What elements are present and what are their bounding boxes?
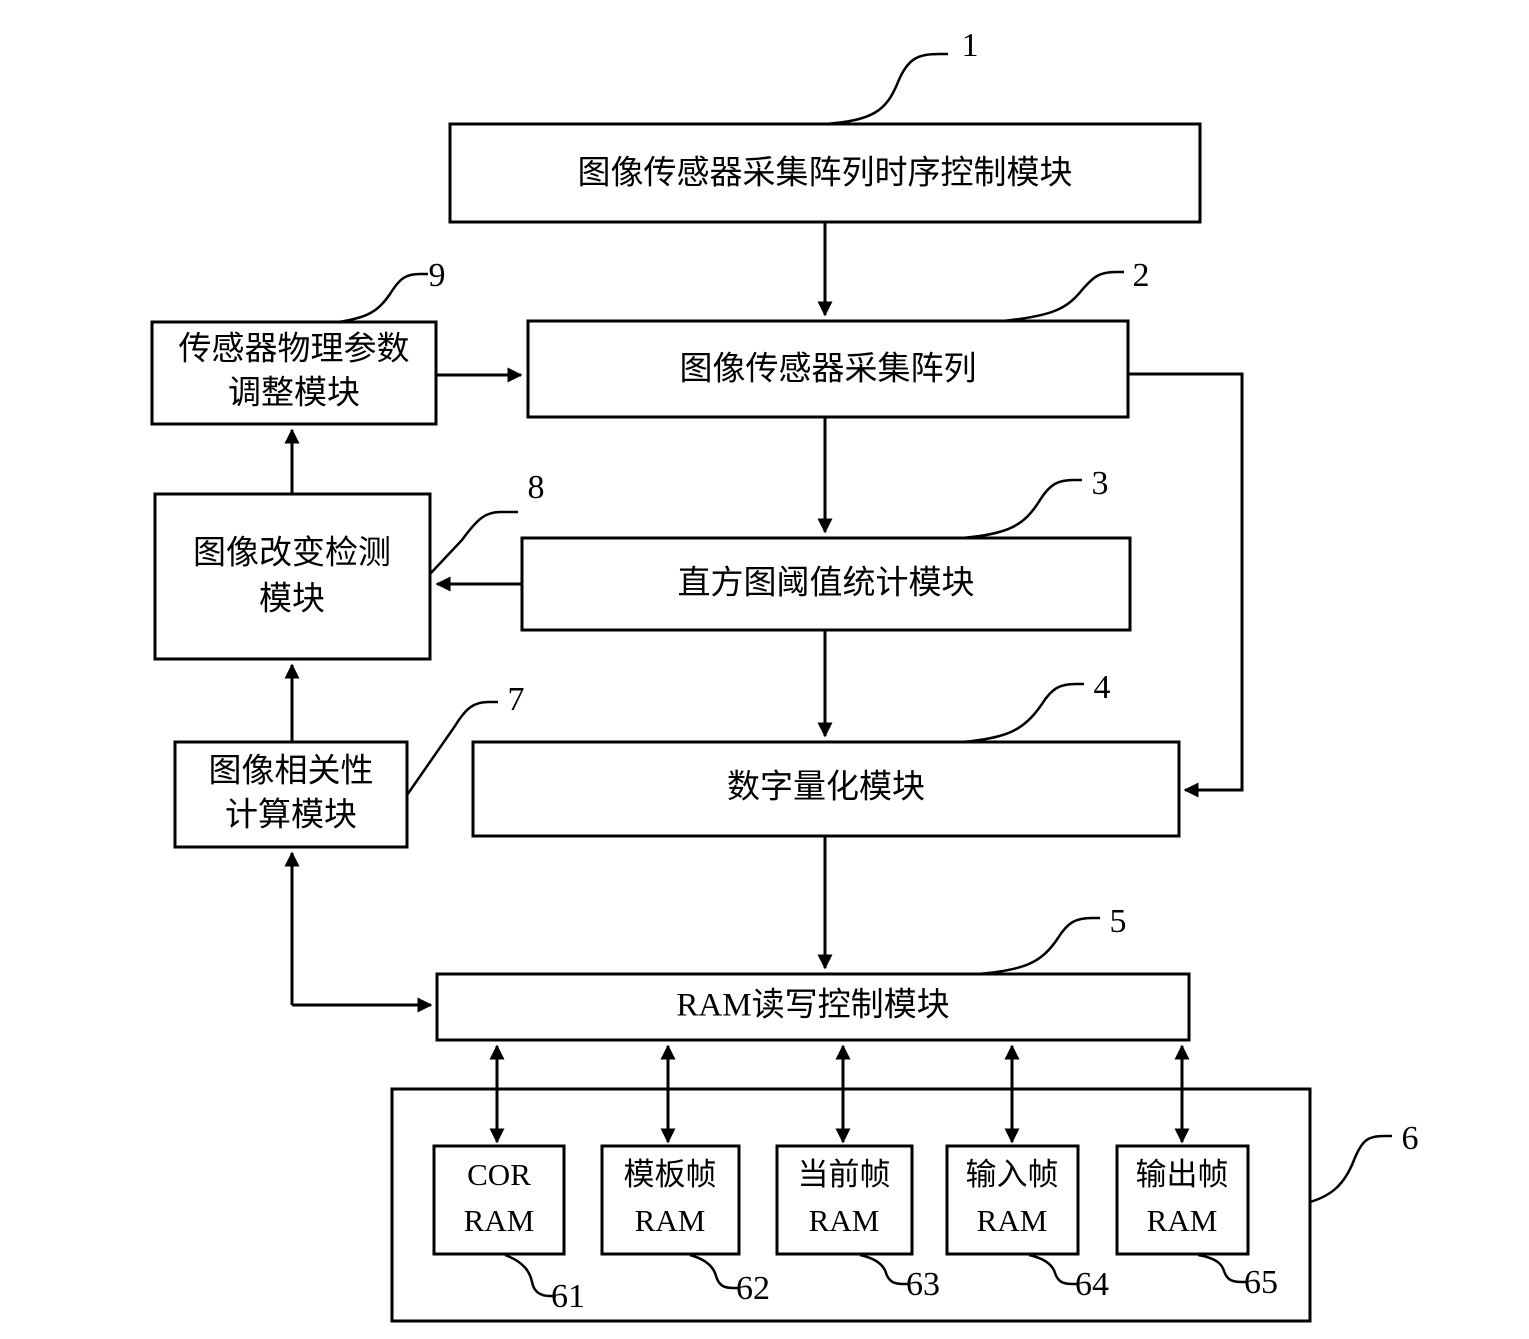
ref-number-1: 1: [962, 27, 979, 64]
connector-array-to-quantization-right: [1128, 372, 1244, 798]
ref-number-5: 5: [1110, 903, 1127, 940]
block-9-label-line2: 调整模块: [228, 375, 360, 412]
ref-number-6: 6: [1402, 1120, 1419, 1157]
ref-number-7: 7: [508, 681, 525, 718]
leader-63: [859, 1253, 910, 1286]
block-8-label-line2: 模块: [259, 581, 325, 618]
ref-number-65: 65: [1244, 1264, 1278, 1301]
ref-number-2: 2: [1133, 257, 1150, 294]
ref-number-64: 64: [1075, 1266, 1109, 1303]
leader-9: [337, 272, 428, 324]
diagram-canvas: 图像传感器采集阵列时序控制模块 图像传感器采集阵列 直方图阈值统计模块 数字量化…: [150, 27, 1419, 1323]
ref-number-61: 61: [551, 1278, 585, 1315]
block-9-label-line1: 传感器物理参数: [179, 331, 410, 368]
block-image-correlation-calc-module[interactable]: 图像相关性 计算模块: [173, 740, 409, 849]
block-7-label-line1: 图像相关性: [209, 753, 374, 790]
ram-65-label-line1: 输出帧: [1136, 1157, 1229, 1192]
ref-number-3: 3: [1092, 465, 1109, 502]
ram-65-label-line2: RAM: [1147, 1203, 1218, 1238]
ram-block-current-frame[interactable]: 当前帧 RAM: [775, 1144, 914, 1256]
block-1-label: 图像传感器采集阵列时序控制模块: [578, 155, 1073, 192]
ram-63-label-line1: 当前帧: [798, 1157, 891, 1192]
leader-61: [504, 1253, 556, 1298]
block-8-label-line1: 图像改变检测: [193, 535, 391, 572]
block-image-change-detection-module[interactable]: 图像改变检测 模块: [153, 492, 432, 661]
ram-block-template-frame[interactable]: 模板帧 RAM: [600, 1144, 741, 1256]
leader-8: [429, 510, 518, 575]
leader-6: [1309, 1134, 1392, 1204]
ram-64-label-line1: 输入帧: [966, 1157, 1059, 1192]
ref-number-63: 63: [906, 1266, 940, 1303]
ram-62-label-line1: 模板帧: [624, 1157, 717, 1192]
block-sensor-physical-param-adjust-module[interactable]: 传感器物理参数 调整模块: [150, 320, 438, 426]
leader-65: [1197, 1253, 1248, 1284]
block-3-label: 直方图阈值统计模块: [678, 565, 975, 602]
ram-64-label-line2: RAM: [977, 1203, 1048, 1238]
ram-62-label-line2: RAM: [635, 1203, 706, 1238]
ref-number-62: 62: [736, 1270, 770, 1307]
leader-62: [689, 1253, 740, 1290]
block-7-label-line2: 计算模块: [225, 797, 357, 834]
block-2-label: 图像传感器采集阵列: [680, 351, 977, 388]
block-5-label: RAM读写控制模块: [676, 987, 949, 1024]
leader-5: [977, 916, 1100, 976]
ram-61-label-line1: COR: [467, 1157, 531, 1192]
block-4-label: 数字量化模块: [727, 769, 925, 806]
ram-63-label-line2: RAM: [809, 1203, 880, 1238]
patent-block-diagram: 图像传感器采集阵列时序控制模块 图像传感器采集阵列 直方图阈值统计模块 数字量化…: [0, 0, 1529, 1339]
leader-4: [961, 682, 1084, 744]
ref-number-9: 9: [429, 257, 446, 294]
block-ram-read-write-control-module[interactable]: RAM读写控制模块: [435, 972, 1191, 1042]
ram-block-input-frame[interactable]: 输入帧 RAM: [945, 1144, 1080, 1256]
leader-64: [1028, 1253, 1079, 1286]
block-digital-quantization-module[interactable]: 数字量化模块: [471, 740, 1181, 838]
ram-block-output-frame[interactable]: 输出帧 RAM: [1115, 1144, 1250, 1256]
block-sensor-acquisition-array[interactable]: 图像传感器采集阵列: [526, 319, 1130, 419]
ref-number-8: 8: [528, 469, 545, 506]
ram-61-label-line2: RAM: [464, 1203, 535, 1238]
block-histogram-threshold-module[interactable]: 直方图阈值统计模块: [520, 536, 1132, 632]
block-timing-control-module[interactable]: 图像传感器采集阵列时序控制模块: [448, 122, 1202, 224]
ram-block-cor[interactable]: COR RAM: [432, 1144, 566, 1256]
leader-3: [961, 478, 1082, 540]
leader-2: [1002, 270, 1124, 323]
ref-number-4: 4: [1094, 669, 1111, 706]
leader-1: [825, 52, 948, 126]
